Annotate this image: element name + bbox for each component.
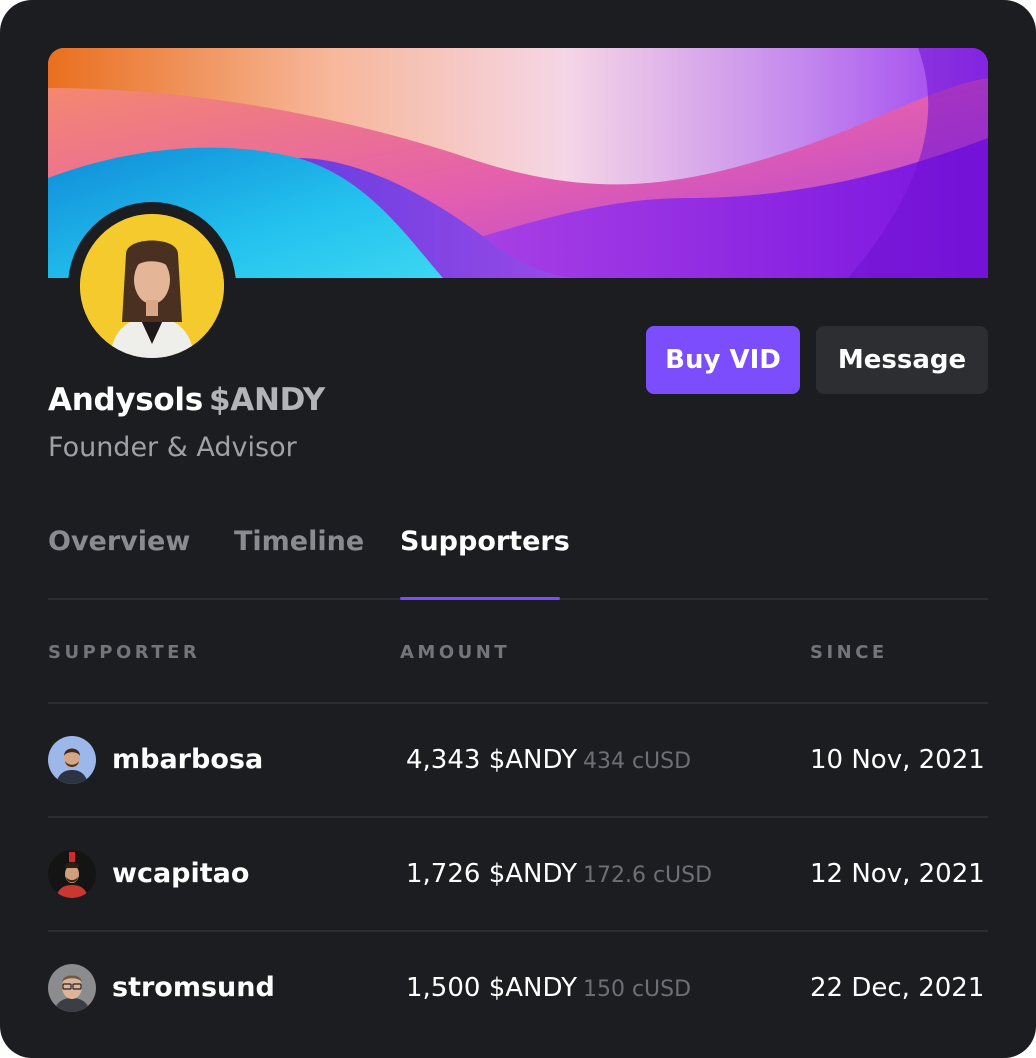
tab-timeline[interactable]: Timeline — [234, 526, 364, 557]
profile-name: Andysols — [48, 382, 203, 418]
supporter-name[interactable]: stromsund — [112, 972, 275, 1003]
profile-role: Founder & Advisor — [48, 432, 297, 463]
supporter-avatar — [48, 964, 96, 1012]
buy-vid-button[interactable]: Buy VID — [646, 326, 800, 394]
active-tab-indicator — [400, 597, 560, 600]
profile-card: Andysols $ANDY Founder & Advisor Buy VID… — [0, 0, 1036, 1058]
amount-token: 1,726 $ANDY — [406, 859, 577, 889]
amount-token: 1,500 $ANDY — [406, 973, 577, 1003]
amount-usd: 434 cUSD — [582, 749, 692, 774]
supporter-name[interactable]: wcapitao — [112, 858, 249, 889]
profile-avatar — [80, 214, 224, 358]
supporter-amount: 4,343 $ANDY 434 cUSD — [406, 745, 691, 775]
column-header-amount: AMOUNT — [400, 642, 511, 663]
profile-avatar-ring — [68, 202, 236, 370]
message-button[interactable]: Message — [816, 326, 988, 394]
supporter-amount: 1,726 $ANDY 172.6 cUSD — [406, 859, 712, 889]
supporter-avatar — [48, 736, 96, 784]
tab-supporters[interactable]: Supporters — [400, 526, 570, 557]
supporter-since: 10 Nov, 2021 — [810, 745, 985, 775]
table-row[interactable]: stromsund 1,500 $ANDY 150 cUSD 22 Dec, 20… — [48, 932, 988, 1044]
profile-ticker: $ANDY — [209, 382, 325, 418]
supporter-amount: 1,500 $ANDY 150 cUSD — [406, 973, 691, 1003]
amount-token: 4,343 $ANDY — [406, 745, 577, 775]
supporter-since: 22 Dec, 2021 — [810, 973, 985, 1003]
column-header-supporter: SUPPORTER — [48, 642, 201, 663]
supporter-avatar — [48, 850, 96, 898]
table-row[interactable]: mbarbosa 4,343 $ANDY 434 cUSD 10 Nov, 202… — [48, 704, 988, 816]
amount-usd: 150 cUSD — [582, 977, 692, 1002]
supporter-since: 12 Nov, 2021 — [810, 859, 985, 889]
supporter-name[interactable]: mbarbosa — [112, 744, 263, 775]
amount-usd: 172.6 cUSD — [582, 863, 713, 888]
table-row[interactable]: wcapitao 1,726 $ANDY 172.6 cUSD 12 Nov, 2… — [48, 818, 988, 930]
tab-overview[interactable]: Overview — [48, 526, 190, 557]
column-header-since: SINCE — [810, 642, 888, 663]
